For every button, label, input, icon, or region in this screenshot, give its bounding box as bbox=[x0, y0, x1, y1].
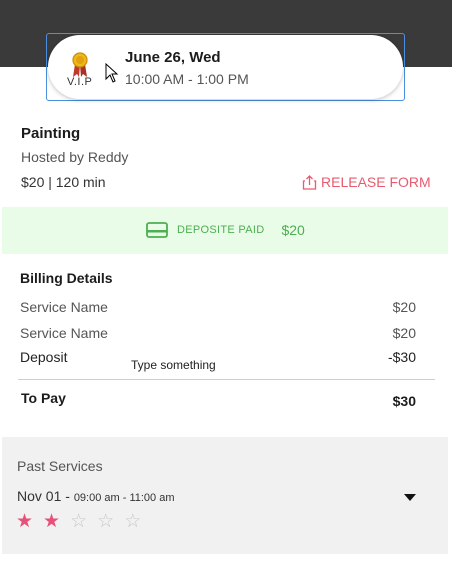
booking-summary-pill[interactable]: V.I.P June 26, Wed 10:00 AM - 1:00 PM bbox=[46, 33, 405, 101]
past-service-day: Nov 01 - bbox=[17, 488, 74, 504]
card-icon bbox=[146, 222, 168, 238]
bill-row: Service Name $20 bbox=[20, 325, 416, 341]
star-empty-icon[interactable]: ☆ bbox=[70, 512, 87, 531]
rating-stars: ★ ★ ☆ ☆ ☆ bbox=[16, 512, 141, 531]
mouse-cursor-icon bbox=[105, 63, 119, 83]
past-services-section: Past Services Nov 01 - 09:00 am - 11:00 … bbox=[2, 437, 448, 554]
note-input[interactable]: Type something bbox=[131, 358, 216, 372]
star-filled-icon[interactable]: ★ bbox=[16, 512, 33, 531]
past-service-date: Nov 01 - 09:00 am - 11:00 am bbox=[17, 488, 175, 504]
vip-badge-label: V.I.P bbox=[67, 76, 93, 88]
medal-icon bbox=[72, 52, 88, 77]
bill-row-deposit: Deposit -$30 bbox=[20, 349, 416, 365]
chevron-down-icon[interactable] bbox=[404, 494, 416, 501]
bill-row-amount: $20 bbox=[392, 299, 416, 315]
service-price-duration: $20 | 120 min bbox=[21, 174, 106, 190]
release-form-label: RELEASE FORM bbox=[321, 174, 431, 190]
star-filled-icon[interactable]: ★ bbox=[43, 512, 60, 531]
booking-time: 10:00 AM - 1:00 PM bbox=[125, 71, 249, 87]
star-empty-icon[interactable]: ☆ bbox=[124, 512, 141, 531]
deposit-banner: DEPOSITE PAID $20 bbox=[2, 207, 448, 254]
service-host: Hosted by Reddy bbox=[21, 149, 129, 165]
bill-row-amount: -$30 bbox=[387, 349, 416, 365]
booking-date: June 26, Wed bbox=[125, 49, 221, 66]
to-pay-label: To Pay bbox=[21, 390, 66, 406]
to-pay-amount: $30 bbox=[392, 393, 416, 409]
bill-row-label: Deposit bbox=[20, 349, 68, 365]
service-title: Painting bbox=[21, 125, 81, 142]
booking-summary-body: V.I.P June 26, Wed 10:00 AM - 1:00 PM bbox=[48, 35, 403, 99]
bill-row-amount: $20 bbox=[392, 325, 416, 341]
past-services-title: Past Services bbox=[17, 458, 103, 474]
billing-title: Billing Details bbox=[20, 270, 113, 286]
past-service-time: 09:00 am - 11:00 am bbox=[73, 492, 175, 504]
deposit-amount: $20 bbox=[281, 222, 305, 238]
share-icon bbox=[302, 174, 317, 190]
release-form-button[interactable]: RELEASE FORM bbox=[302, 174, 431, 190]
star-empty-icon[interactable]: ☆ bbox=[97, 512, 114, 531]
bill-row-label: Service Name bbox=[20, 299, 108, 315]
deposit-label: DEPOSITE PAID bbox=[177, 224, 265, 236]
bill-row: Service Name $20 bbox=[20, 299, 416, 315]
divider bbox=[18, 379, 435, 380]
bill-row-label: Service Name bbox=[20, 325, 108, 341]
